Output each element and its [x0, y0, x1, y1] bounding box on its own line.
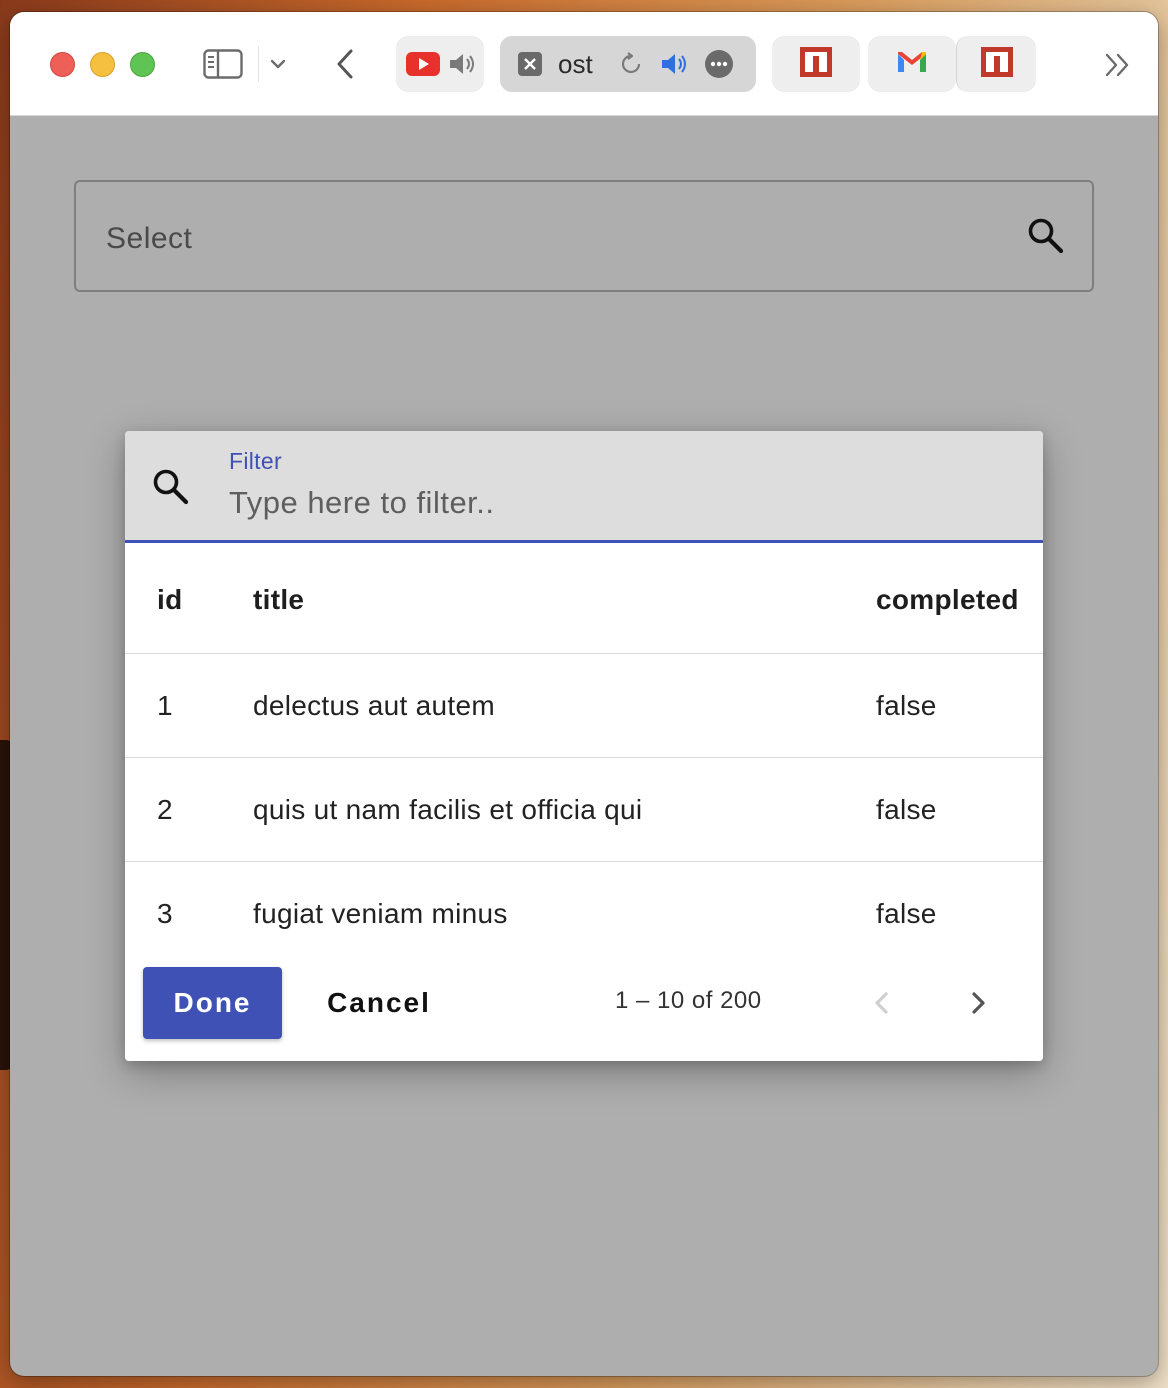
search-icon[interactable]: [1026, 216, 1066, 256]
dialog-footer: Done Cancel 1 – 10 of 200: [125, 947, 1043, 1061]
reload-icon[interactable]: [618, 51, 644, 82]
cell-completed: false: [876, 793, 937, 825]
youtube-icon: [406, 52, 440, 81]
table-header-row: id title completed: [125, 546, 1043, 654]
cell-title: quis ut nam facilis et officia qui: [253, 793, 643, 825]
cell-completed: false: [876, 689, 937, 721]
column-header-completed[interactable]: completed: [876, 546, 1019, 653]
browser-toolbar: ost: [10, 12, 1158, 116]
table-row[interactable]: 1 delectus aut autem false: [125, 654, 1043, 758]
filter-bar: Filter: [125, 431, 1043, 543]
zoom-window-button[interactable]: [130, 52, 155, 77]
back-arrow-icon[interactable]: [330, 46, 360, 82]
sidebar-toggle-icon[interactable]: [202, 48, 244, 80]
tab-active[interactable]: ost: [500, 36, 756, 92]
cell-title: delectus aut autem: [253, 689, 495, 721]
more-icon[interactable]: [704, 49, 734, 84]
npm-icon: [980, 46, 1013, 82]
browser-window: ost Select Filter Type here to filter.. …: [10, 12, 1158, 1376]
toolbar-divider: [258, 46, 259, 82]
chevron-down-icon[interactable]: [266, 52, 290, 76]
minimize-window-button[interactable]: [90, 52, 115, 77]
close-window-button[interactable]: [50, 52, 75, 77]
data-table: id title completed 1 delectus aut autem …: [125, 546, 1043, 966]
select-label: Select: [106, 222, 193, 255]
cancel-button[interactable]: Cancel: [311, 967, 447, 1039]
tab-title: ost: [558, 49, 593, 79]
gmail-icon: [896, 50, 928, 79]
filter-input[interactable]: [229, 483, 1009, 523]
table-row[interactable]: 2 quis ut nam facilis et officia qui fal…: [125, 758, 1043, 862]
double-chevron-right-icon[interactable]: [1100, 50, 1136, 80]
cell-id: 1: [157, 689, 173, 721]
filter-label: Filter: [229, 448, 282, 474]
chevron-right-icon[interactable]: [961, 985, 995, 1021]
select-field[interactable]: Select: [74, 180, 1094, 292]
speaker-icon[interactable]: [448, 52, 478, 81]
close-icon[interactable]: [518, 52, 542, 81]
tab-npm-1[interactable]: [772, 36, 860, 92]
pagination-range: 1 – 10 of 200: [615, 987, 762, 1014]
speaker-active-icon[interactable]: [660, 52, 690, 81]
column-header-id[interactable]: id: [157, 546, 182, 653]
tab-npm-2[interactable]: [956, 36, 1036, 92]
done-button[interactable]: Done: [143, 967, 282, 1039]
cell-id: 2: [157, 793, 173, 825]
tab-youtube[interactable]: [396, 36, 484, 92]
search-icon: [151, 467, 191, 507]
tab-gmail[interactable]: [868, 36, 956, 92]
column-header-title[interactable]: title: [253, 546, 304, 653]
npm-icon: [800, 46, 832, 82]
select-dialog: Filter id title completed 1 delectus aut…: [125, 431, 1043, 1061]
chevron-left-icon[interactable]: [865, 985, 899, 1021]
